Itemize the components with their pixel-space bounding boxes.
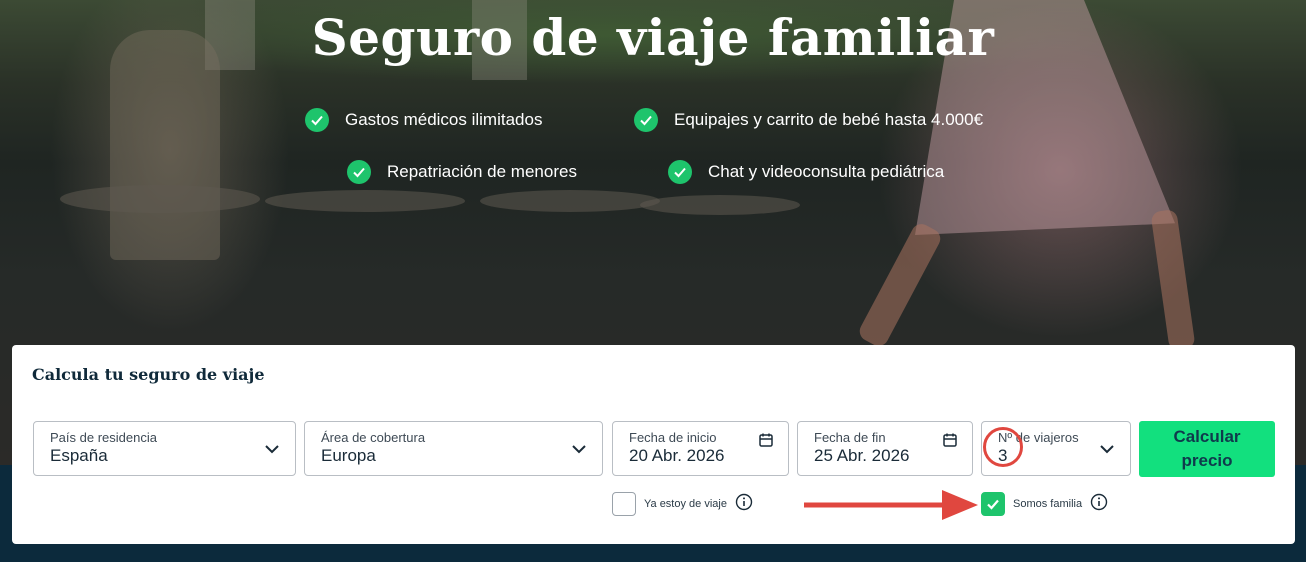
background-stone [265, 190, 465, 212]
chevron-down-icon [1098, 440, 1116, 462]
already-traveling-option: Ya estoy de viaje [612, 491, 753, 517]
end-date-value: 25 Abr. 2026 [814, 446, 910, 465]
background-stone [60, 185, 260, 213]
check-icon [305, 108, 329, 132]
feature-item: Equipajes y carrito de bebé hasta 4.000€ [634, 108, 983, 132]
background-child-leg [1150, 208, 1196, 352]
calculate-price-button[interactable]: Calcular precio [1139, 421, 1275, 477]
calendar-icon[interactable] [758, 432, 774, 452]
feature-item: Chat y videoconsulta pediátrica [668, 160, 944, 184]
feature-label: Gastos médicos ilimitados [345, 110, 543, 129]
info-icon[interactable] [735, 493, 753, 515]
coverage-select[interactable]: Área de cobertura Europa [304, 421, 603, 476]
check-icon [347, 160, 371, 184]
info-icon[interactable] [1090, 493, 1108, 515]
end-date-label: Fecha de fin [814, 430, 886, 445]
chevron-down-icon [570, 440, 588, 462]
calculate-price-label: Calcular precio [1173, 427, 1241, 470]
feature-label: Repatriación de menores [387, 162, 577, 181]
family-checkbox[interactable] [981, 492, 1005, 516]
calculator-title: Calcula tu seguro de viaje [32, 365, 265, 384]
family-option: Somos familia [981, 491, 1108, 517]
background-stone [480, 190, 660, 212]
calendar-icon[interactable] [942, 432, 958, 452]
end-date-field[interactable]: Fecha de fin 25 Abr. 2026 [797, 421, 973, 476]
page-title: Seguro de viaje familiar [311, 8, 995, 67]
start-date-value: 20 Abr. 2026 [629, 446, 725, 465]
start-date-field[interactable]: Fecha de inicio 20 Abr. 2026 [612, 421, 789, 476]
feature-item: Repatriación de menores [347, 160, 577, 184]
already-traveling-label: Ya estoy de viaje [644, 498, 727, 510]
already-traveling-checkbox[interactable] [612, 492, 636, 516]
feature-label: Chat y videoconsulta pediátrica [708, 162, 945, 181]
family-label: Somos familia [1013, 498, 1083, 510]
check-icon [634, 108, 658, 132]
residence-select[interactable]: País de residencia España [33, 421, 296, 476]
background-child-leg [856, 220, 944, 350]
feature-label: Equipajes y carrito de bebé hasta 4.000€ [674, 110, 984, 129]
check-icon [668, 160, 692, 184]
coverage-label: Área de cobertura [321, 430, 426, 445]
feature-item: Gastos médicos ilimitados [305, 108, 542, 132]
check-icon [987, 499, 999, 510]
background-stone [640, 195, 800, 215]
annotation-circle [983, 427, 1023, 467]
start-date-label: Fecha de inicio [629, 430, 717, 445]
chevron-down-icon [263, 440, 281, 462]
coverage-value: Europa [321, 446, 376, 465]
quote-calculator-card: Calcula tu seguro de viaje País de resid… [12, 345, 1295, 544]
arrow-right-icon [804, 490, 978, 520]
residence-value: España [50, 446, 108, 465]
residence-label: País de residencia [50, 430, 157, 445]
